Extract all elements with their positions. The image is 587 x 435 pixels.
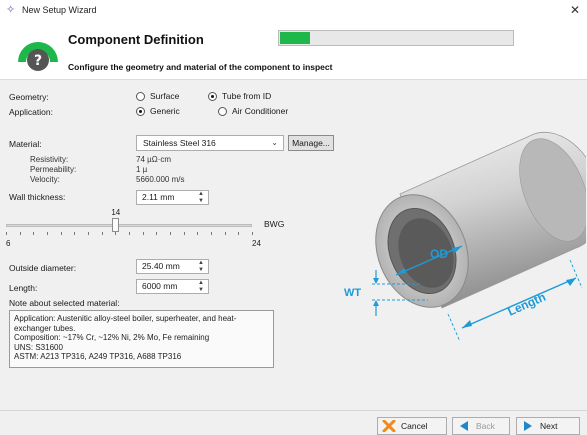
slider-current-value: 14 bbox=[111, 208, 121, 217]
spinner-arrows-icon[interactable]: ▲ ▼ bbox=[198, 260, 204, 273]
wizard-progress-fill bbox=[280, 32, 310, 44]
manage-materials-button[interactable]: Manage... bbox=[288, 135, 334, 151]
slider-tick bbox=[252, 232, 253, 235]
slider-tick bbox=[47, 232, 48, 235]
slider-track[interactable] bbox=[6, 224, 252, 227]
wizard-wand-icon: ✧ bbox=[6, 4, 16, 16]
slider-max-label: 24 bbox=[252, 239, 261, 248]
note-line: exchanger tubes. bbox=[14, 323, 76, 333]
length-label: Length: bbox=[9, 283, 38, 293]
note-label: Note about selected material: bbox=[9, 298, 120, 308]
back-label: Back bbox=[476, 421, 495, 431]
slider-tick bbox=[102, 232, 103, 235]
radio-dot bbox=[208, 91, 217, 101]
page-title: Component Definition bbox=[68, 32, 204, 47]
slider-tick bbox=[20, 232, 21, 235]
resistivity-value: 74 µΩ·cm bbox=[136, 155, 172, 164]
application-label: Application: bbox=[9, 107, 53, 117]
wall-thickness-input[interactable]: 2.11 mm ▲ ▼ bbox=[136, 190, 209, 205]
resistivity-label: Resistivity: bbox=[30, 155, 69, 164]
slider-ticks bbox=[6, 232, 253, 236]
geometry-tube-radio[interactable]: Tube from ID bbox=[208, 91, 271, 101]
permeability-value: 1 µ bbox=[136, 165, 148, 174]
next-label: Next bbox=[540, 421, 558, 431]
slider-tick bbox=[74, 232, 75, 235]
note-line: ASTM: A213 TP316, A249 TP316, A688 TP316 bbox=[14, 352, 182, 362]
next-arrow-icon bbox=[524, 421, 532, 431]
cancel-x-icon bbox=[382, 420, 396, 432]
slider-unit: BWG bbox=[264, 219, 285, 229]
slider-tick bbox=[156, 232, 157, 235]
radio-dot bbox=[218, 106, 227, 116]
slider-tick bbox=[211, 232, 212, 235]
spinner-arrows-icon[interactable]: ▲ ▼ bbox=[198, 280, 204, 293]
spinner-arrows-icon[interactable]: ▲ ▼ bbox=[198, 191, 204, 204]
slider-tick bbox=[6, 232, 7, 235]
material-select-value: Stainless Steel 316 bbox=[143, 138, 216, 148]
material-label: Material: bbox=[9, 139, 42, 149]
outside-diameter-input[interactable]: 25.40 mm ▲ ▼ bbox=[136, 259, 209, 274]
slider-tick bbox=[61, 232, 62, 235]
slider-tick bbox=[115, 232, 116, 235]
velocity-value: 5660.000 m/s bbox=[136, 175, 185, 184]
velocity-label: Velocity: bbox=[30, 175, 60, 184]
note-line: Application: Austenitic alloy-steel boil… bbox=[14, 314, 237, 323]
wt-label: WT bbox=[344, 287, 361, 299]
slider-tick bbox=[197, 232, 198, 235]
wizard-header: ? Component Definition Configure the geo… bbox=[0, 20, 587, 80]
slider-min-label: 6 bbox=[6, 239, 11, 248]
wizard-footer: Cancel Back Next bbox=[0, 410, 587, 435]
tube-dimension-diagram: OD WT Length bbox=[344, 131, 586, 340]
slider-tick bbox=[88, 232, 89, 235]
application-air-conditioner-radio[interactable]: Air Conditioner bbox=[218, 106, 288, 116]
cancel-button[interactable]: Cancel bbox=[377, 417, 447, 435]
radio-dot bbox=[136, 91, 145, 101]
length-value: 6000 mm bbox=[142, 281, 178, 291]
slider-tick bbox=[225, 232, 226, 235]
slider-thumb[interactable] bbox=[112, 218, 120, 232]
note-line: UNS: S31600 bbox=[14, 342, 63, 352]
outside-diameter-label: Outside diameter: bbox=[9, 263, 77, 273]
radio-label: Generic bbox=[150, 106, 180, 116]
note-line: Composition: ~17% Cr, ~12% Ni, 2% Mo, Fe… bbox=[14, 333, 210, 343]
permeability-label: Permeability: bbox=[30, 165, 77, 174]
slider-tick bbox=[33, 232, 34, 235]
radio-dot bbox=[136, 106, 145, 116]
radio-label: Tube from ID bbox=[222, 91, 272, 101]
slider-tick bbox=[238, 232, 239, 235]
geometry-surface-radio[interactable]: Surface bbox=[136, 91, 179, 101]
cancel-label: Cancel bbox=[401, 421, 428, 431]
material-select[interactable]: Stainless Steel 316 ⌄ bbox=[136, 135, 284, 151]
length-dimension-label: Length bbox=[506, 290, 548, 319]
next-button[interactable]: Next bbox=[516, 417, 580, 435]
slider-tick bbox=[184, 232, 185, 235]
back-arrow-icon bbox=[460, 421, 468, 431]
wall-thickness-label: Wall thickness: bbox=[9, 192, 66, 202]
close-button[interactable]: ✕ bbox=[563, 0, 587, 20]
outside-diameter-value: 25.40 mm bbox=[142, 261, 180, 271]
chevron-down-icon: ⌄ bbox=[271, 138, 278, 147]
component-form: Geometry: Surface Tube from ID Applicati… bbox=[0, 80, 587, 410]
wall-thickness-value: 2.11 mm bbox=[142, 192, 175, 202]
wall-thickness-slider[interactable]: 14 BWG 6 24 bbox=[6, 208, 306, 248]
od-label: OD bbox=[430, 247, 448, 261]
slider-tick bbox=[143, 232, 144, 235]
radio-label: Air Conditioner bbox=[232, 106, 289, 116]
length-input[interactable]: 6000 mm ▲ ▼ bbox=[136, 279, 209, 294]
application-generic-radio[interactable]: Generic bbox=[136, 106, 180, 116]
geometry-label: Geometry: bbox=[9, 92, 49, 102]
svg-text:?: ? bbox=[34, 53, 42, 69]
help-question-icon: ? bbox=[18, 42, 58, 71]
window-title: New Setup Wizard bbox=[22, 5, 97, 15]
material-note-box: Application: Austenitic alloy-steel boil… bbox=[9, 310, 274, 368]
slider-tick bbox=[129, 232, 130, 235]
slider-tick bbox=[170, 232, 171, 235]
radio-label: Surface bbox=[150, 91, 180, 101]
back-button[interactable]: Back bbox=[452, 417, 510, 435]
wizard-progress-bar bbox=[278, 30, 514, 46]
window-titlebar: ✧ New Setup Wizard ✕ bbox=[0, 0, 587, 20]
page-subtitle: Configure the geometry and material of t… bbox=[68, 62, 333, 72]
